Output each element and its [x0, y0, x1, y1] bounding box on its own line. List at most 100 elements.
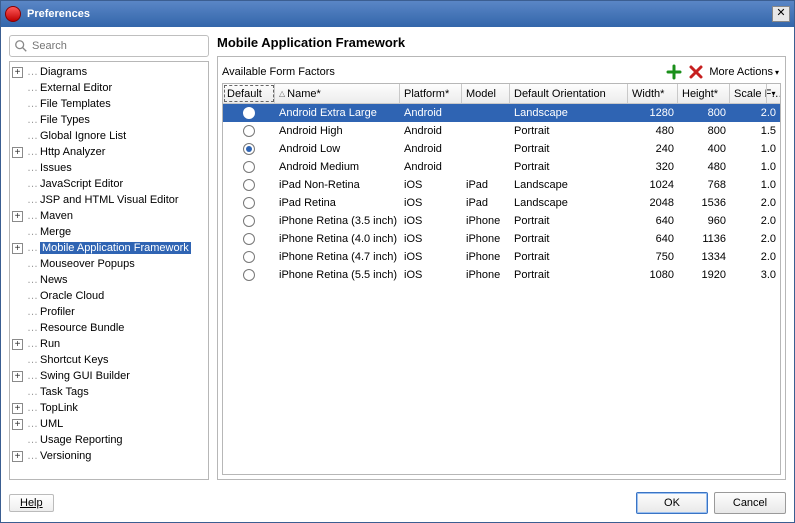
tree-item[interactable]: …File Types [10, 112, 208, 128]
tree-item[interactable]: …Task Tags [10, 384, 208, 400]
expand-icon[interactable]: + [12, 339, 23, 350]
tree-item[interactable]: …Shortcut Keys [10, 352, 208, 368]
table-row[interactable]: iPhone Retina (4.0 inch)iOSiPhonePortrai… [223, 230, 780, 248]
col-model[interactable]: Model [462, 84, 510, 103]
toolbar: Available Form Factors More Actions▾ [222, 61, 781, 83]
col-orientation[interactable]: Default Orientation [510, 84, 628, 103]
expand-icon[interactable]: + [12, 211, 23, 222]
table-row[interactable]: iPhone Retina (5.5 inch)iOSiPhonePortrai… [223, 266, 780, 284]
cell-height: 800 [678, 125, 730, 137]
tree-indent [12, 227, 23, 238]
available-form-factors-label: Available Form Factors [222, 66, 663, 78]
default-radio[interactable] [243, 269, 255, 281]
tree-item-label: Issues [40, 162, 72, 174]
table-body[interactable]: Android Extra LargeAndroidLandscape12808… [223, 104, 780, 474]
col-name[interactable]: △Name* [275, 84, 400, 103]
default-radio[interactable] [243, 233, 255, 245]
expand-icon[interactable]: + [12, 67, 23, 78]
tree-item[interactable]: …News [10, 272, 208, 288]
tree-item[interactable]: …File Templates [10, 96, 208, 112]
cell-orientation: Portrait [510, 251, 628, 263]
tree-item[interactable]: …Usage Reporting [10, 432, 208, 448]
tree-item-label: Diagrams [40, 66, 87, 78]
cell-name: iPhone Retina (4.7 inch) [275, 251, 400, 263]
expand-icon[interactable]: + [12, 147, 23, 158]
cell-height: 480 [678, 161, 730, 173]
default-radio[interactable] [243, 215, 255, 227]
tree-item[interactable]: +…Maven [10, 208, 208, 224]
tree-indent [12, 83, 23, 94]
table-row[interactable]: iPhone Retina (3.5 inch)iOSiPhonePortrai… [223, 212, 780, 230]
tree-item[interactable]: +…TopLink [10, 400, 208, 416]
table-row[interactable]: Android Extra LargeAndroidLandscape12808… [223, 104, 780, 122]
table-row[interactable]: Android LowAndroidPortrait2404001.0 [223, 140, 780, 158]
tree-item[interactable]: …Resource Bundle [10, 320, 208, 336]
table-row[interactable]: iPhone Retina (4.7 inch)iOSiPhonePortrai… [223, 248, 780, 266]
tree-item[interactable]: …Issues [10, 160, 208, 176]
tree-item[interactable]: …JavaScript Editor [10, 176, 208, 192]
column-options-icon[interactable]: ▾ [766, 84, 780, 103]
col-height[interactable]: Height* [678, 84, 730, 103]
tree-dots: … [27, 98, 37, 110]
tree-dots: … [27, 194, 37, 206]
table-row[interactable]: iPad RetinaiOSiPadLandscape204815362.0 [223, 194, 780, 212]
add-icon[interactable] [663, 62, 685, 82]
tree-item[interactable]: +…Versioning [10, 448, 208, 464]
tree-item[interactable]: …Mouseover Popups [10, 256, 208, 272]
left-pane: +…Diagrams…External Editor…File Template… [9, 35, 209, 480]
tree-item[interactable]: +…Diagrams [10, 64, 208, 80]
cell-height: 1920 [678, 269, 730, 281]
tree-item[interactable]: +…Swing GUI Builder [10, 368, 208, 384]
default-radio[interactable] [243, 161, 255, 173]
tree-item[interactable]: +…Http Analyzer [10, 144, 208, 160]
table-row[interactable]: iPad Non-RetinaiOSiPadLandscape10247681.… [223, 176, 780, 194]
table-row[interactable]: Android MediumAndroidPortrait3204801.0 [223, 158, 780, 176]
default-radio[interactable] [243, 143, 255, 155]
tree-item[interactable]: +…Mobile Application Framework [10, 240, 208, 256]
tree-item[interactable]: …Profiler [10, 304, 208, 320]
tree-dots: … [27, 338, 37, 350]
tree-dots: … [27, 450, 37, 462]
tree-item[interactable]: …Merge [10, 224, 208, 240]
cancel-button[interactable]: Cancel [714, 492, 786, 514]
cell-name: iPad Retina [275, 197, 400, 209]
cell-width: 1080 [628, 269, 678, 281]
default-radio[interactable] [243, 197, 255, 209]
tree-dots: … [27, 178, 37, 190]
search-input[interactable] [9, 35, 209, 57]
category-tree[interactable]: +…Diagrams…External Editor…File Template… [9, 61, 209, 480]
expand-icon[interactable]: + [12, 419, 23, 430]
table-row[interactable]: Android HighAndroidPortrait4808001.5 [223, 122, 780, 140]
default-radio[interactable] [243, 125, 255, 137]
default-radio[interactable] [243, 179, 255, 191]
col-width[interactable]: Width* [628, 84, 678, 103]
tree-item[interactable]: …Oracle Cloud [10, 288, 208, 304]
expand-icon[interactable]: + [12, 243, 23, 254]
ok-button[interactable]: OK [636, 492, 708, 514]
tree-dots: … [27, 322, 37, 334]
cell-scale: 2.0 [730, 197, 780, 209]
default-radio[interactable] [243, 107, 255, 119]
col-scale[interactable]: Scale F…▾ [730, 84, 780, 103]
tree-indent [12, 275, 23, 286]
col-default[interactable]: Default [223, 84, 275, 103]
more-actions-menu[interactable]: More Actions▾ [707, 66, 781, 78]
close-icon[interactable]: ✕ [772, 6, 790, 22]
cell-scale: 1.0 [730, 143, 780, 155]
tree-item[interactable]: …Global Ignore List [10, 128, 208, 144]
cell-name: iPhone Retina (4.0 inch) [275, 233, 400, 245]
default-radio[interactable] [243, 251, 255, 263]
col-platform[interactable]: Platform* [400, 84, 462, 103]
cell-name: Android High [275, 125, 400, 137]
tree-item[interactable]: …External Editor [10, 80, 208, 96]
tree-item[interactable]: …JSP and HTML Visual Editor [10, 192, 208, 208]
expand-icon[interactable]: + [12, 403, 23, 414]
delete-icon[interactable] [685, 62, 707, 82]
tree-item[interactable]: +…UML [10, 416, 208, 432]
expand-icon[interactable]: + [12, 371, 23, 382]
tree-item[interactable]: +…Run [10, 336, 208, 352]
help-button[interactable]: Help [9, 494, 54, 512]
cell-orientation: Portrait [510, 269, 628, 281]
expand-icon[interactable]: + [12, 451, 23, 462]
cell-height: 1536 [678, 197, 730, 209]
